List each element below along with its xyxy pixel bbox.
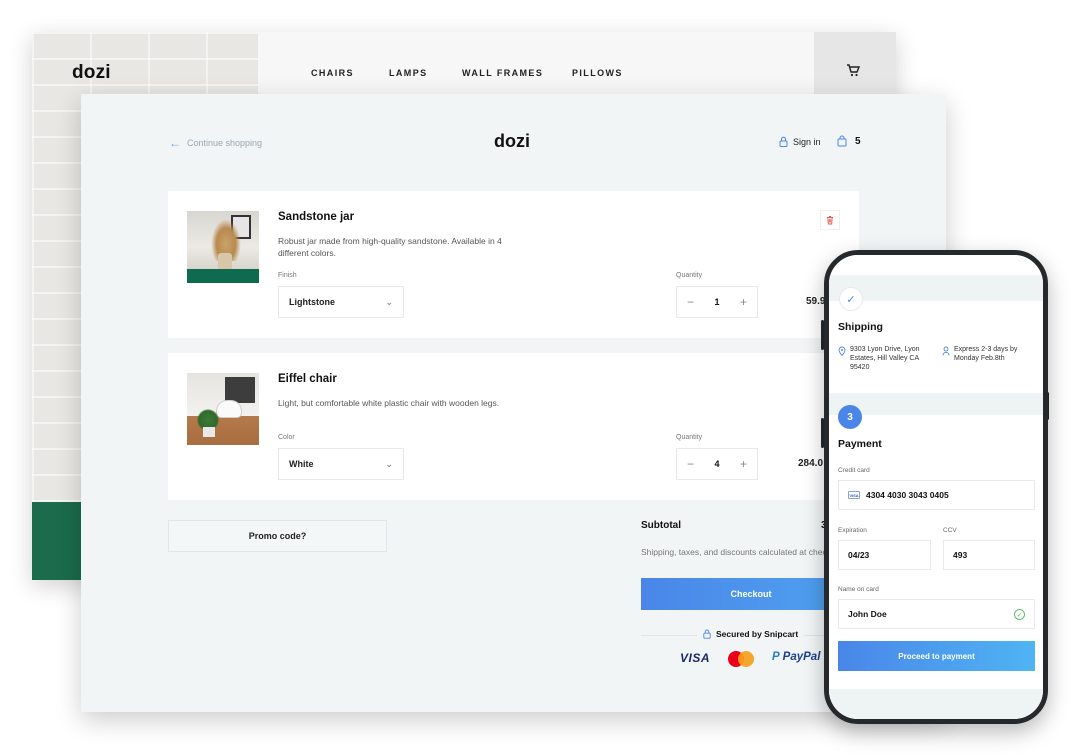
sign-in-link[interactable]: Sign in xyxy=(779,136,821,147)
quantity-value: 1 xyxy=(714,297,720,307)
cart-item: Eiffel chair Light, but comfortable whit… xyxy=(168,353,859,500)
color-select[interactable]: White ⌄ xyxy=(278,448,404,480)
quantity-value: 4 xyxy=(714,459,720,469)
name-on-card-value: John Doe xyxy=(848,609,887,619)
ccv-value: 493 xyxy=(953,550,968,560)
minus-button[interactable]: − xyxy=(687,457,694,471)
payment-title: Payment xyxy=(838,438,882,450)
check-icon: ✓ xyxy=(839,287,863,311)
cart-button[interactable] xyxy=(814,32,896,94)
visa-logo: VISA xyxy=(680,651,711,665)
item-name: Sandstone jar xyxy=(278,211,355,223)
quantity-label: Quantity xyxy=(676,272,703,279)
promo-code-button[interactable]: Promo code? xyxy=(168,520,387,552)
expiration-field[interactable]: 04/23 xyxy=(838,540,931,570)
quantity-label: Quantity xyxy=(676,434,703,441)
minus-button[interactable]: − xyxy=(687,295,694,309)
product-image-eiffel-chair xyxy=(187,373,259,445)
item-description: Robust jar made from high-quality sandst… xyxy=(278,236,502,258)
continue-shopping-link[interactable]: ← Continue shopping xyxy=(169,137,262,149)
nav-chairs[interactable]: CHAIRS xyxy=(311,68,354,78)
cart-panel: ← Continue shopping dozi Sign in 5 Sands… xyxy=(81,94,946,712)
location-pin-icon xyxy=(838,346,846,356)
sign-in-label: Sign in xyxy=(793,136,821,147)
section-band xyxy=(829,689,1043,719)
lock-icon xyxy=(703,629,711,639)
nav-lamps[interactable]: LAMPS xyxy=(389,68,428,78)
store-logo[interactable]: dozi xyxy=(72,62,111,84)
expiration-label: Expiration xyxy=(838,527,867,534)
paypal-label: PayPal xyxy=(782,651,821,663)
color-label: Color xyxy=(278,434,295,441)
bag-button[interactable]: 5 xyxy=(837,135,861,147)
item-price: 284.0 xyxy=(798,458,824,469)
plus-button[interactable]: + xyxy=(740,295,747,309)
continue-shopping-label: Continue shopping xyxy=(187,138,263,148)
product-image-sandstone-jar xyxy=(187,211,259,283)
secured-badge: Secured by Snipcart xyxy=(697,629,805,639)
finish-label: Finish xyxy=(278,272,297,279)
card-icon: VISA xyxy=(848,491,860,499)
green-table-image xyxy=(32,502,82,580)
card-number-field[interactable]: VISA 4304 4030 3043 0405 xyxy=(838,480,1035,510)
subtotal-label: Subtotal xyxy=(641,520,681,531)
shipping-address: 9303 Lyon Drive, Lyon Estates, Hill Vall… xyxy=(838,345,934,372)
chevron-down-icon: ⌄ xyxy=(385,296,393,307)
card-number-value: 4304 4030 3043 0405 xyxy=(866,490,949,500)
phone-mockup: ✓ Shipping 9303 Lyon Drive, Lyon Estates… xyxy=(824,250,1048,724)
mastercard-logo xyxy=(728,651,754,667)
quantity-stepper: − 1 + xyxy=(676,286,758,318)
express-text: Express 2-3 days by Monday Feb.8th xyxy=(954,346,1018,362)
finish-value: Lightstone xyxy=(289,297,335,307)
item-price: 59.9 xyxy=(806,296,826,307)
remove-item-button[interactable] xyxy=(820,210,840,230)
secured-label: Secured by Snipcart xyxy=(716,629,799,639)
showcase-stage: dozi CHAIRS LAMPS WALL FRAMES PILLOWS ← … xyxy=(0,0,1080,755)
paypal-icon: P xyxy=(772,651,780,663)
cart-item: Sandstone jar Robust jar made from high-… xyxy=(168,191,859,338)
lock-icon xyxy=(779,136,788,147)
expiration-value: 04/23 xyxy=(848,550,870,560)
item-description: Light, but comfortable white plastic cha… xyxy=(278,398,500,408)
chevron-down-icon: ⌄ xyxy=(385,458,393,469)
name-on-card-field[interactable]: John Doe ✓ xyxy=(838,599,1035,629)
proceed-to-payment-button[interactable]: Proceed to payment xyxy=(838,641,1035,671)
name-on-card-label: Name on card xyxy=(838,586,879,593)
quantity-stepper: − 4 + xyxy=(676,448,758,480)
step-number-badge: 3 xyxy=(838,405,862,429)
trash-icon xyxy=(827,216,833,225)
paypal-logo: P PayPal xyxy=(772,651,820,663)
item-name: Eiffel chair xyxy=(278,373,337,385)
ccv-label: CCV xyxy=(943,527,957,534)
cart-logo[interactable]: dozi xyxy=(494,131,530,152)
shipping-note: Shipping, taxes, and discounts calculate… xyxy=(641,547,831,557)
plus-button[interactable]: + xyxy=(740,457,747,471)
bag-icon xyxy=(837,135,847,147)
address-text: 9303 Lyon Drive, Lyon Estates, Hill Vall… xyxy=(850,346,920,371)
shipping-method: Express 2-3 days by Monday Feb.8th xyxy=(942,345,1038,363)
cart-icon xyxy=(847,64,860,77)
finish-select[interactable]: Lightstone ⌄ xyxy=(278,286,404,318)
credit-card-label: Credit card xyxy=(838,467,870,474)
nav-wall-frames[interactable]: WALL FRAMES xyxy=(462,68,543,78)
color-value: White xyxy=(289,459,314,469)
storefront-nav: CHAIRS LAMPS WALL FRAMES PILLOWS xyxy=(258,32,814,94)
user-icon xyxy=(942,346,950,356)
phone-screen: ✓ Shipping 9303 Lyon Drive, Lyon Estates… xyxy=(829,255,1043,719)
valid-check-icon: ✓ xyxy=(1014,609,1025,620)
ccv-field[interactable]: 493 xyxy=(943,540,1035,570)
nav-pillows[interactable]: PILLOWS xyxy=(572,68,623,78)
arrow-left-icon: ← xyxy=(169,136,181,150)
shipping-title: Shipping xyxy=(838,321,883,333)
bag-count: 5 xyxy=(855,135,861,147)
